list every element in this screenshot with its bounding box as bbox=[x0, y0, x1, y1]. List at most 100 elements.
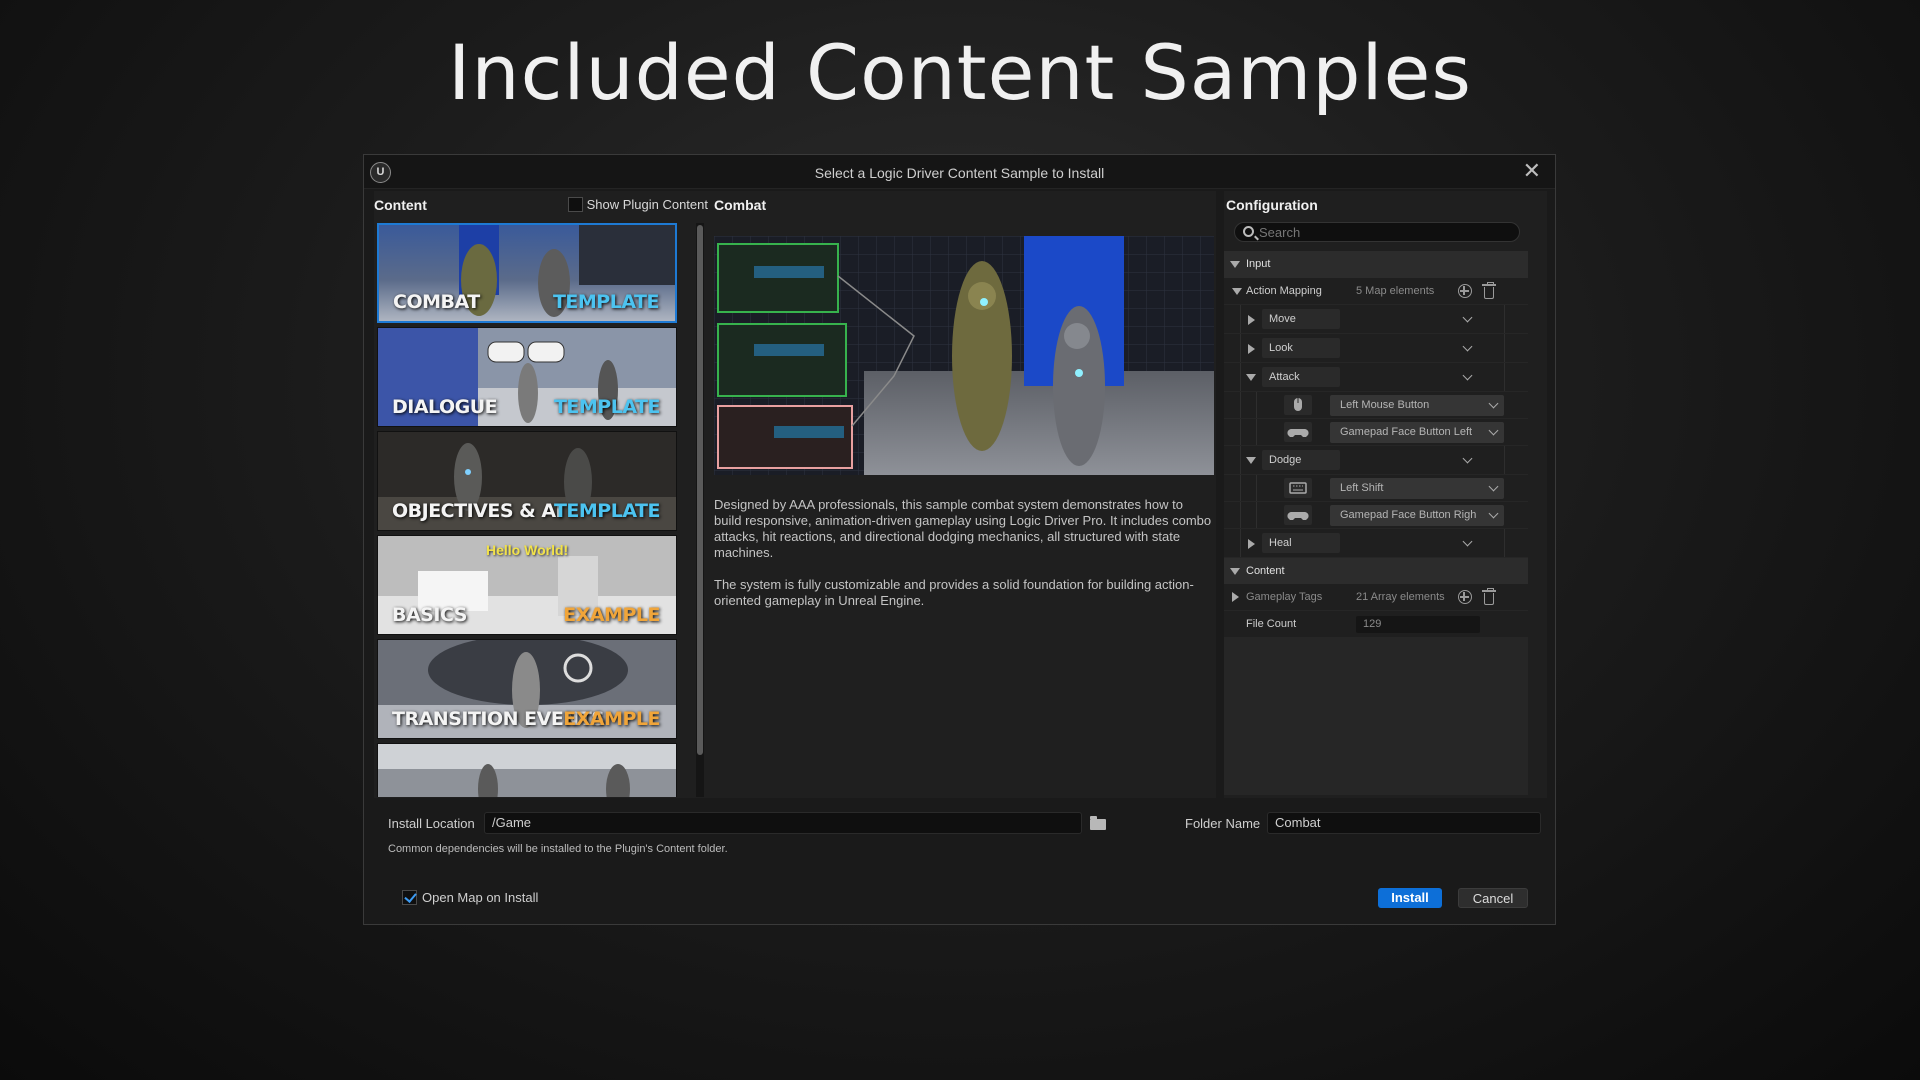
config-tree: Input Action Mapping 5 Map elements Move bbox=[1224, 251, 1528, 795]
show-plugin-content-toggle[interactable]: Show Plugin Content bbox=[567, 197, 708, 212]
close-icon[interactable]: ✕ bbox=[1523, 159, 1541, 183]
tile-combat[interactable]: COMBAT TEMPLATE bbox=[377, 223, 677, 323]
collapse-arrow-icon[interactable] bbox=[1230, 261, 1240, 268]
file-count-label: File Count bbox=[1246, 618, 1297, 630]
gamepad-icon bbox=[1284, 505, 1312, 525]
collapse-arrow-icon[interactable] bbox=[1232, 288, 1242, 295]
expand-arrow-icon[interactable] bbox=[1248, 315, 1255, 325]
combat-description: Designed by AAA professionals, this samp… bbox=[714, 497, 1212, 625]
chevron-down-icon[interactable] bbox=[1462, 536, 1473, 547]
binding-row[interactable]: Left Mouse Button bbox=[1224, 392, 1528, 419]
tile-list-scrollbar[interactable] bbox=[696, 223, 704, 797]
add-element-icon[interactable] bbox=[1458, 590, 1472, 604]
chevron-down-icon[interactable] bbox=[1462, 341, 1473, 352]
delete-icon[interactable] bbox=[1482, 588, 1496, 605]
configuration-panel: Configuration Input Action Mapping 5 Map… bbox=[1224, 191, 1547, 798]
action-name[interactable]: Heal bbox=[1262, 533, 1340, 553]
tile-name: OBJECTIVES & AI bbox=[392, 500, 563, 522]
config-search[interactable] bbox=[1234, 222, 1520, 242]
partial-thumbnail bbox=[378, 744, 676, 797]
section-input[interactable]: Input bbox=[1224, 251, 1528, 278]
chevron-down-icon[interactable] bbox=[1462, 453, 1473, 464]
action-row-look[interactable]: Look bbox=[1224, 334, 1528, 363]
folder-icon[interactable] bbox=[1090, 816, 1106, 830]
install-button[interactable]: Install bbox=[1378, 888, 1442, 908]
tile-name: COMBAT bbox=[393, 291, 480, 313]
collapse-arrow-icon[interactable] bbox=[1246, 374, 1256, 381]
install-location-label: Install Location bbox=[388, 816, 475, 831]
gameplay-tags-label: Gameplay Tags bbox=[1246, 591, 1323, 603]
key-select[interactable]: Left Shift bbox=[1330, 478, 1504, 499]
chevron-down-icon[interactable] bbox=[1462, 312, 1473, 323]
file-count-value: 129 bbox=[1356, 616, 1480, 633]
search-icon bbox=[1243, 226, 1254, 237]
content-panel: Content Show Plugin Content COMBAT TEMPL… bbox=[374, 191, 708, 798]
action-name[interactable]: Attack bbox=[1262, 367, 1340, 387]
combat-preview-image bbox=[714, 236, 1214, 475]
action-row-attack[interactable]: Attack bbox=[1224, 363, 1528, 392]
basics-overlay-text: Hello World! bbox=[486, 542, 569, 558]
folder-name-input[interactable]: Combat bbox=[1267, 812, 1541, 834]
binding-row[interactable]: Gamepad Face Button Left bbox=[1224, 419, 1528, 446]
key-select[interactable]: Gamepad Face Button Righ bbox=[1330, 505, 1504, 526]
section-content[interactable]: Content bbox=[1224, 558, 1528, 584]
delete-icon[interactable] bbox=[1482, 282, 1496, 299]
config-empty-area bbox=[1224, 638, 1528, 795]
file-count-row: File Count 129 bbox=[1224, 611, 1528, 638]
gamepad-icon bbox=[1284, 422, 1312, 442]
tile-name: BASICS bbox=[392, 604, 467, 626]
configuration-header: Configuration bbox=[1226, 197, 1318, 213]
dialog-titlebar: U Select a Logic Driver Content Sample t… bbox=[364, 155, 1555, 189]
action-mapping-row[interactable]: Action Mapping 5 Map elements bbox=[1224, 278, 1528, 305]
key-select[interactable]: Gamepad Face Button Left bbox=[1330, 422, 1504, 443]
cancel-button[interactable]: Cancel bbox=[1458, 888, 1528, 908]
key-select[interactable]: Left Mouse Button bbox=[1330, 395, 1504, 416]
tile-tag: TEMPLATE bbox=[553, 500, 661, 522]
tile-objectives-ai[interactable]: OBJECTIVES & AI TEMPLATE bbox=[377, 431, 677, 531]
action-row-dodge[interactable]: Dodge bbox=[1224, 446, 1528, 475]
expand-arrow-icon[interactable] bbox=[1248, 539, 1255, 549]
combat-panel: Combat Designed by AAA professionals, th… bbox=[708, 191, 1216, 798]
search-input[interactable] bbox=[1259, 224, 1509, 240]
expand-arrow-icon[interactable] bbox=[1248, 344, 1255, 354]
dependencies-note: Common dependencies will be installed to… bbox=[388, 843, 728, 855]
show-plugin-content-checkbox[interactable] bbox=[567, 197, 583, 212]
action-name[interactable]: Move bbox=[1262, 309, 1340, 329]
tile-tag: TEMPLATE bbox=[553, 396, 661, 418]
action-name[interactable]: Look bbox=[1262, 338, 1340, 358]
tile-transition-events[interactable]: TRANSITION EVENTS EXAMPLE bbox=[377, 639, 677, 739]
tile-tag: EXAMPLE bbox=[563, 708, 660, 730]
gameplay-tags-count: 21 Array elements bbox=[1356, 591, 1445, 603]
collapse-arrow-icon[interactable] bbox=[1246, 457, 1256, 464]
mouse-icon bbox=[1284, 395, 1312, 415]
chevron-down-icon[interactable] bbox=[1462, 370, 1473, 381]
action-mapping-label: Action Mapping bbox=[1246, 285, 1322, 297]
action-row-heal[interactable]: Heal bbox=[1224, 529, 1528, 558]
tile-partial[interactable] bbox=[377, 743, 677, 797]
scroll-thumb[interactable] bbox=[697, 225, 703, 755]
tile-dialogue[interactable]: DIALOGUE TEMPLATE bbox=[377, 327, 677, 427]
open-map-checkbox[interactable] bbox=[402, 890, 417, 905]
action-row-move[interactable]: Move bbox=[1224, 305, 1528, 334]
action-mapping-count: 5 Map elements bbox=[1356, 285, 1435, 297]
binding-row[interactable]: Gamepad Face Button Righ bbox=[1224, 502, 1528, 529]
gameplay-tags-row[interactable]: Gameplay Tags 21 Array elements bbox=[1224, 584, 1528, 611]
content-header: Content bbox=[374, 197, 427, 213]
description-paragraph: Designed by AAA professionals, this samp… bbox=[714, 497, 1212, 560]
binding-row[interactable]: Left Shift bbox=[1224, 475, 1528, 502]
tile-basics[interactable]: Hello World! BASICS EXAMPLE bbox=[377, 535, 677, 635]
description-paragraph: The system is fully customizable and pro… bbox=[714, 577, 1194, 608]
combat-header: Combat bbox=[714, 197, 767, 213]
collapse-arrow-icon[interactable] bbox=[1230, 568, 1240, 575]
section-label: Input bbox=[1246, 258, 1271, 270]
expand-arrow-icon[interactable] bbox=[1232, 592, 1239, 602]
sample-tile-list: COMBAT TEMPLATE DIALOGUE TEMPLATE OBJECT… bbox=[377, 223, 679, 797]
dialog-title: Select a Logic Driver Content Sample to … bbox=[814, 165, 1105, 181]
tile-name: DIALOGUE bbox=[392, 396, 498, 418]
show-plugin-content-label: Show Plugin Content bbox=[586, 197, 708, 212]
install-location-input[interactable]: /Game bbox=[484, 812, 1082, 834]
action-name[interactable]: Dodge bbox=[1262, 450, 1340, 470]
section-label: Content bbox=[1246, 565, 1285, 577]
folder-name-label: Folder Name bbox=[1185, 816, 1261, 831]
add-element-icon[interactable] bbox=[1458, 284, 1472, 298]
